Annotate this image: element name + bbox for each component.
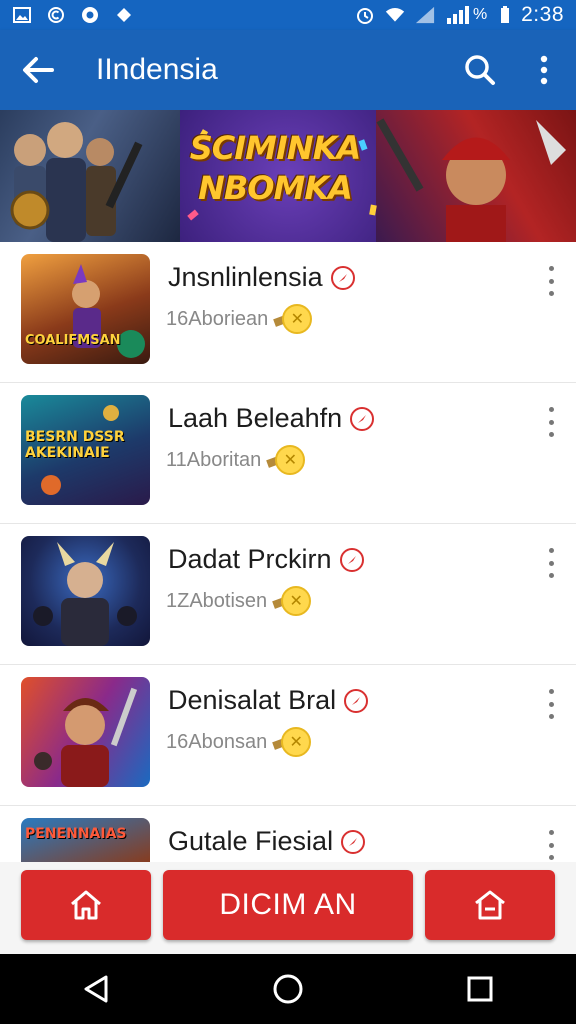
banner-title: SCIMINKA NBOMKA xyxy=(189,129,362,207)
square-recents-icon xyxy=(467,976,493,1002)
list-item[interactable]: Dadat Prckirn 1ZAbotisen ✕ xyxy=(0,524,576,665)
nav-recents-button[interactable] xyxy=(450,959,510,1019)
item-title: Laah Beleahfn xyxy=(168,403,375,434)
nav-home-button[interactable] xyxy=(258,959,318,1019)
item-subtitle-text: 16Abonsan xyxy=(166,730,268,753)
status-time: 2:38 xyxy=(521,3,564,26)
thumbnail-caption: COALIFMSAN xyxy=(25,333,121,348)
banner-heroes-art xyxy=(0,110,180,242)
house-icon xyxy=(475,890,505,920)
triangle-back-icon xyxy=(84,975,108,1003)
coin-icon: ✕ xyxy=(272,586,312,616)
coin-icon: ✕ xyxy=(272,727,312,757)
thumbnail-caption: BESRN DSSR AKEKINAIE xyxy=(25,429,125,461)
coin-icon: ✕ xyxy=(273,304,313,334)
promo-banner[interactable]: SCIMINKA NBOMKA xyxy=(0,110,576,242)
item-subtitle: 1ZAbotisen ✕ xyxy=(166,586,312,616)
item-thumbnail xyxy=(21,677,150,787)
compass-icon xyxy=(339,547,364,572)
item-title-text: Gutale Fiesial xyxy=(168,826,334,856)
confetti-piece xyxy=(187,209,199,221)
battery-label: % xyxy=(473,6,488,23)
item-title: Jnsnlinlensia xyxy=(168,262,355,293)
compass-icon xyxy=(344,688,369,713)
item-title-text: Denisalat Bral xyxy=(168,685,337,715)
item-title-text: Jnsnlinlensia xyxy=(168,262,323,292)
nav-back-button[interactable] xyxy=(66,959,126,1019)
item-title: Dadat Prckirn xyxy=(168,544,364,575)
arrow-left-icon xyxy=(23,57,54,83)
battery-icon xyxy=(499,5,511,25)
back-button[interactable] xyxy=(0,30,76,110)
list-item[interactable]: COALIFMSAN Jnsnlinlensia 16Aboriean ✕ xyxy=(0,242,576,383)
compass-icon xyxy=(350,406,375,431)
search-icon xyxy=(465,55,495,85)
compass-icon xyxy=(341,829,366,854)
item-subtitle: 16Aboriean ✕ xyxy=(166,304,313,334)
item-menu-button[interactable] xyxy=(542,407,560,437)
item-menu-button[interactable] xyxy=(542,689,560,719)
item-thumbnail xyxy=(21,536,150,646)
item-title: Denisalat Bral xyxy=(168,685,369,716)
coin-icon: ✕ xyxy=(266,445,306,475)
item-subtitle-text: 1ZAbotisen xyxy=(166,589,268,612)
item-subtitle-text: 16Aboriean xyxy=(166,307,269,330)
status-left xyxy=(12,5,134,25)
house-button[interactable] xyxy=(425,870,555,940)
more-vertical-icon xyxy=(540,55,548,85)
item-thumbnail: BESRN DSSR AKEKINAIE xyxy=(21,395,150,505)
compass-icon xyxy=(330,265,355,290)
copyright-icon xyxy=(46,5,66,25)
item-subtitle: 16Abonsan ✕ xyxy=(166,727,312,757)
system-nav-bar xyxy=(0,954,576,1024)
circle-home-icon xyxy=(273,974,303,1004)
main-action-button[interactable]: DICIM AN xyxy=(163,870,413,940)
signal-icon xyxy=(415,5,435,25)
home-button[interactable] xyxy=(21,870,151,940)
signal-bars-icon: % xyxy=(445,5,489,25)
item-thumbnail: COALIFMSAN xyxy=(21,254,150,364)
item-menu-button[interactable] xyxy=(542,830,560,860)
wifi-icon xyxy=(385,5,405,25)
diamond-icon xyxy=(114,5,134,25)
item-title: Gutale Fiesial xyxy=(168,826,366,857)
status-bar: % 2:38 xyxy=(0,0,576,30)
item-title-text: Laah Beleahfn xyxy=(168,403,343,433)
item-subtitle: 11Aboritan ✕ xyxy=(166,445,306,475)
list-item[interactable]: BESRN DSSR AKEKINAIE Laah Beleahfn 11Abo… xyxy=(0,383,576,524)
page-title: IIndensia xyxy=(96,53,218,86)
home-icon xyxy=(71,890,101,920)
game-list: COALIFMSAN Jnsnlinlensia 16Aboriean ✕ BE… xyxy=(0,242,576,947)
alarm-icon xyxy=(355,5,375,25)
search-button[interactable] xyxy=(448,30,512,110)
status-right: % 2:38 xyxy=(355,3,564,27)
item-menu-button[interactable] xyxy=(542,548,560,578)
item-menu-button[interactable] xyxy=(542,266,560,296)
list-item[interactable]: Denisalat Bral 16Abonsan ✕ xyxy=(0,665,576,806)
item-subtitle-text: 11Aboritan xyxy=(166,448,262,471)
eye-icon xyxy=(80,5,100,25)
banner-warrior-art xyxy=(376,110,576,242)
thumbnail-caption: PENENNAIAS xyxy=(25,826,127,842)
bottom-action-bar: DICIM AN xyxy=(0,862,576,954)
app-bar: IIndensia xyxy=(0,30,576,110)
overflow-menu-button[interactable] xyxy=(512,30,576,110)
image-icon xyxy=(12,5,32,25)
item-title-text: Dadat Prckirn xyxy=(168,544,332,574)
